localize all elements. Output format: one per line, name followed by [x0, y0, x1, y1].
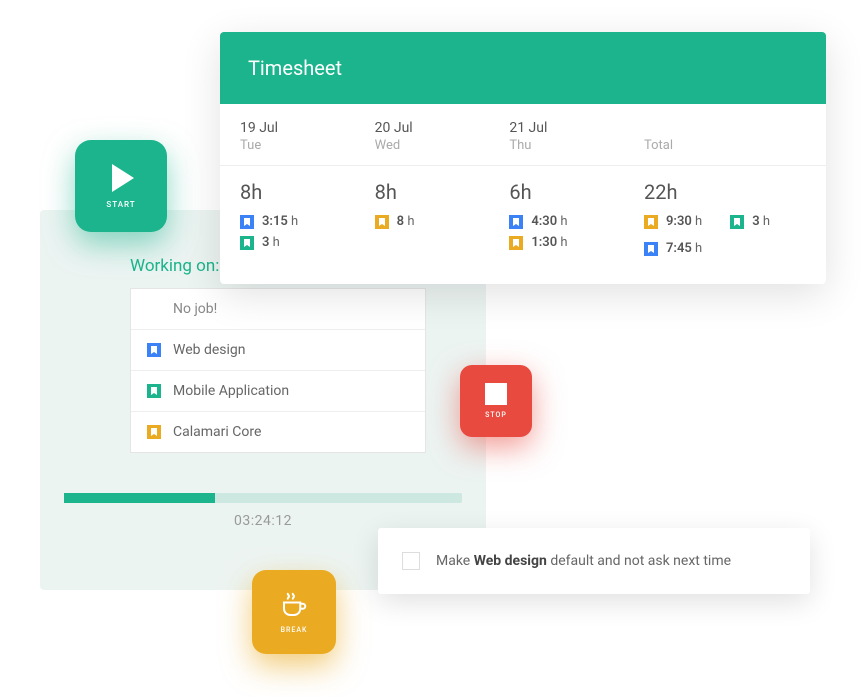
stop-label: STOP — [485, 411, 507, 419]
job-item[interactable]: Mobile Application — [131, 371, 425, 412]
stop-icon — [485, 383, 507, 405]
job-list: No job! Web design Mobile Application Calam… — [130, 288, 426, 453]
default-prompt-panel: Make Web design default and not ask next… — [378, 528, 810, 594]
bookmark-icon — [240, 215, 254, 229]
timesheet-total-label: Total — [644, 138, 806, 153]
timesheet-hours: 8h — [240, 180, 335, 204]
bookmark-icon — [147, 343, 161, 357]
elapsed-time: 03:24:12 — [64, 513, 462, 529]
break-label: BREAK — [281, 626, 308, 634]
timesheet-day: Thu — [509, 138, 604, 153]
timesheet-hours: 6h — [509, 180, 604, 204]
timesheet-entry: 7:45 h — [644, 241, 702, 256]
stop-button[interactable]: STOP — [460, 365, 532, 437]
bookmark-icon — [240, 236, 254, 250]
timesheet-date: 20 Jul — [375, 120, 470, 136]
timesheet-panel: Timesheet 19 Jul Tue 20 Jul Wed 21 Jul T… — [220, 32, 826, 284]
timesheet-entry: 4:30 h — [509, 214, 604, 229]
timesheet-col-body: 8h 3:15 h 3 h — [220, 166, 355, 284]
job-label: Calamari Core — [173, 424, 261, 440]
bookmark-icon — [644, 242, 658, 256]
timesheet-day: Tue — [240, 138, 335, 153]
bookmark-icon — [147, 384, 161, 398]
timesheet-col-body: 8h 8 h — [355, 166, 490, 284]
timesheet-col-header: 19 Jul Tue — [220, 104, 355, 166]
timesheet-entry: 3 h — [730, 214, 770, 229]
timesheet-date: 19 Jul — [240, 120, 335, 136]
job-item-none[interactable]: No job! — [131, 289, 425, 330]
timesheet-entry: 8 h — [375, 214, 470, 229]
start-label: START — [106, 200, 135, 209]
timesheet-entry: 1:30 h — [509, 235, 604, 250]
timesheet-total-hours: 22h — [644, 180, 806, 204]
timesheet-col-body: 6h 4:30 h 1:30 h — [489, 166, 624, 284]
job-label: No job! — [173, 301, 217, 317]
timesheet-total-header: Total — [624, 104, 826, 166]
timesheet-col-header: 20 Jul Wed — [355, 104, 490, 166]
timesheet-entry: 3 h — [240, 235, 335, 250]
cup-icon — [279, 590, 309, 620]
timesheet-entry: 3:15 h — [240, 214, 335, 229]
bookmark-icon — [644, 215, 658, 229]
break-button[interactable]: BREAK — [252, 570, 336, 654]
timesheet-hours: 8h — [375, 180, 470, 204]
progress-bar — [64, 493, 462, 503]
start-button[interactable]: START — [75, 140, 167, 232]
bookmark-icon — [375, 215, 389, 229]
progress-fill — [64, 493, 215, 503]
play-icon — [112, 164, 134, 192]
bookmark-icon — [730, 215, 744, 229]
bookmark-icon — [147, 425, 161, 439]
default-prompt-text: Make Web design default and not ask next… — [436, 553, 731, 569]
timesheet-title: Timesheet — [220, 32, 826, 104]
timesheet-col-header: 21 Jul Thu — [489, 104, 624, 166]
timesheet-entry: 9:30 h — [644, 214, 702, 229]
bookmark-icon — [509, 236, 523, 250]
default-checkbox[interactable] — [402, 552, 420, 570]
job-item[interactable]: Web design — [131, 330, 425, 371]
timesheet-day: Wed — [375, 138, 470, 153]
job-label: Web design — [173, 342, 246, 358]
timesheet-date: 21 Jul — [509, 120, 604, 136]
bookmark-icon — [509, 215, 523, 229]
job-label: Mobile Application — [173, 383, 289, 399]
timesheet-total-body: 22h 9:30 h 7:45 h 3 h — [624, 166, 826, 284]
job-item[interactable]: Calamari Core — [131, 412, 425, 452]
